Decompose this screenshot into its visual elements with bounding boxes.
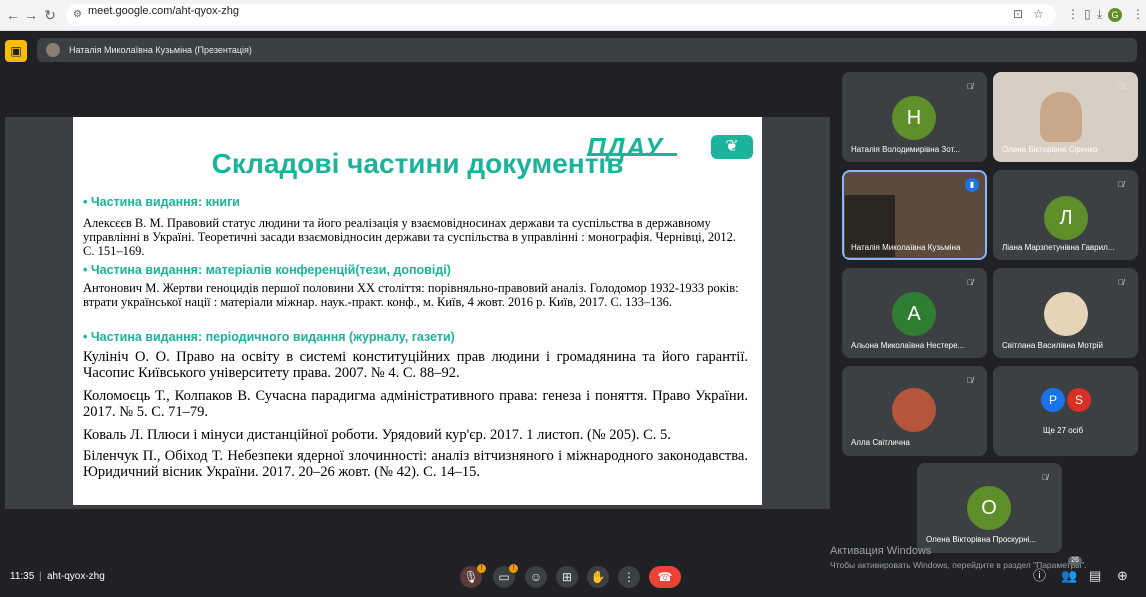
participant-video [1040, 92, 1082, 142]
participant-name: Світлана Василівна Мотрій [1002, 341, 1103, 350]
end-call-icon[interactable]: ☎ [649, 566, 681, 588]
mic-off-icon: 🎙̸ [1118, 180, 1124, 189]
star-icon[interactable]: ☆ [1033, 7, 1044, 21]
participant-avatar: Н [892, 96, 936, 140]
download-icon[interactable]: ⤓ [1097, 7, 1102, 21]
raise-hand-icon[interactable]: ✋ [587, 566, 609, 588]
reference-item: Біленчук П., Обіход Т. Небезпеки ядерної… [83, 448, 748, 480]
mic-off-icon: 🎙̸ [967, 376, 973, 385]
site-info-icon[interactable]: ⚙ [73, 8, 82, 22]
participant-name: Альона Миколаївна Нестере... [851, 341, 965, 350]
participant-photo [1044, 292, 1088, 336]
speaking-icon: ▮ [965, 178, 979, 192]
presenter-label: Наталія Миколаївна Кузьміна (Презентація… [69, 45, 252, 55]
chat-icon[interactable]: ▤ [1089, 568, 1101, 584]
url-text[interactable]: meet.google.com/aht-qyox-zhg [88, 5, 239, 17]
extensions-icon[interactable]: ⋮ [1067, 7, 1079, 21]
windows-activation-title: Активация Windows [830, 545, 932, 557]
participant-name: Олена Вікторівна Проскурні... [926, 535, 1037, 544]
clock: 11:35 [10, 571, 35, 582]
mic-off-icon: 🎙̸ [1118, 82, 1124, 91]
participant-name: Олена Вікторівна Сіренко [1002, 145, 1098, 154]
reload-icon[interactable]: ↻ [41, 6, 59, 24]
present-icon[interactable]: ⊞ [556, 566, 578, 588]
reference-item: Коломоєць Т., Колпаков В. Сучасна паради… [83, 388, 748, 420]
meeting-code: aht-qyox-zhg [47, 571, 105, 582]
participant-avatar: А [892, 292, 936, 336]
section-heading: • Частина видання: матеріалів конференці… [83, 263, 451, 277]
profile-icon[interactable]: G [1108, 8, 1122, 22]
reference-item: Коваль Л. Плюси і мінуси дистанційної ро… [83, 427, 671, 443]
participant-name: Наталія Миколаївна Кузьміна [851, 243, 961, 252]
slide-title: Складові частини документів [211, 148, 624, 179]
menu-icon[interactable]: ⋮ [1132, 7, 1144, 21]
mic-warning-icon: ! [477, 564, 486, 573]
other-avatar: S [1067, 388, 1091, 412]
camera-warning-icon: ! [509, 564, 518, 573]
activities-icon[interactable]: ⊕ [1117, 568, 1128, 584]
participant-avatar: Л [1044, 196, 1088, 240]
separator: | [39, 571, 42, 582]
forward-icon[interactable]: → [22, 6, 40, 24]
mic-off-icon: 🎙̸ [1118, 278, 1124, 287]
participant-name: Наталія Володимирівна Зот... [851, 145, 960, 154]
others-count: Ще 27 осіб [1043, 426, 1084, 435]
more-options-icon[interactable]: ⋮ [618, 566, 640, 588]
slide: ПДАУ ❦ Складові частини документів • Час… [73, 117, 762, 505]
reference-item: Кулініч О. О. Право на освіту в системі … [83, 349, 748, 381]
presentation-toggle-icon[interactable]: ▣ [5, 40, 27, 62]
windows-activation-text: Чтобы активировать Windows, перейдите в … [830, 560, 1087, 570]
participant-photo [892, 388, 936, 432]
people-icon[interactable]: 👥 [1061, 568, 1077, 584]
reference-item: Алексєєв В. М. Правовий статус людини та… [83, 216, 736, 258]
others-tile[interactable] [993, 366, 1138, 456]
participant-name: Ліана Марзпетунівна Гаврил... [1002, 243, 1115, 252]
reference-item: Антонович М. Жертви геноцидів першої пол… [83, 281, 739, 309]
participant-avatar: О [967, 486, 1011, 530]
presenter-avatar [46, 43, 60, 57]
section-heading: • Частина видання: періодичного видання … [83, 330, 455, 344]
people-count-badge: 26 [1068, 556, 1082, 566]
section-heading: • Частина видання: книги [83, 195, 240, 209]
mic-off-icon: 🎙̸ [967, 278, 973, 287]
translate-icon[interactable]: ⊡ [1013, 7, 1023, 21]
mic-off-icon: 🎙̸ [1042, 473, 1048, 482]
other-avatar: P [1041, 388, 1065, 412]
mic-off-icon: 🎙̸ [967, 82, 973, 91]
info-icon[interactable]: ⓘ [1033, 568, 1046, 584]
emoji-icon[interactable]: ☺ [525, 566, 547, 588]
back-icon[interactable]: ← [4, 6, 22, 24]
participant-name: Алла Світлична [851, 438, 910, 447]
split-icon[interactable]: ▯ [1084, 7, 1091, 21]
